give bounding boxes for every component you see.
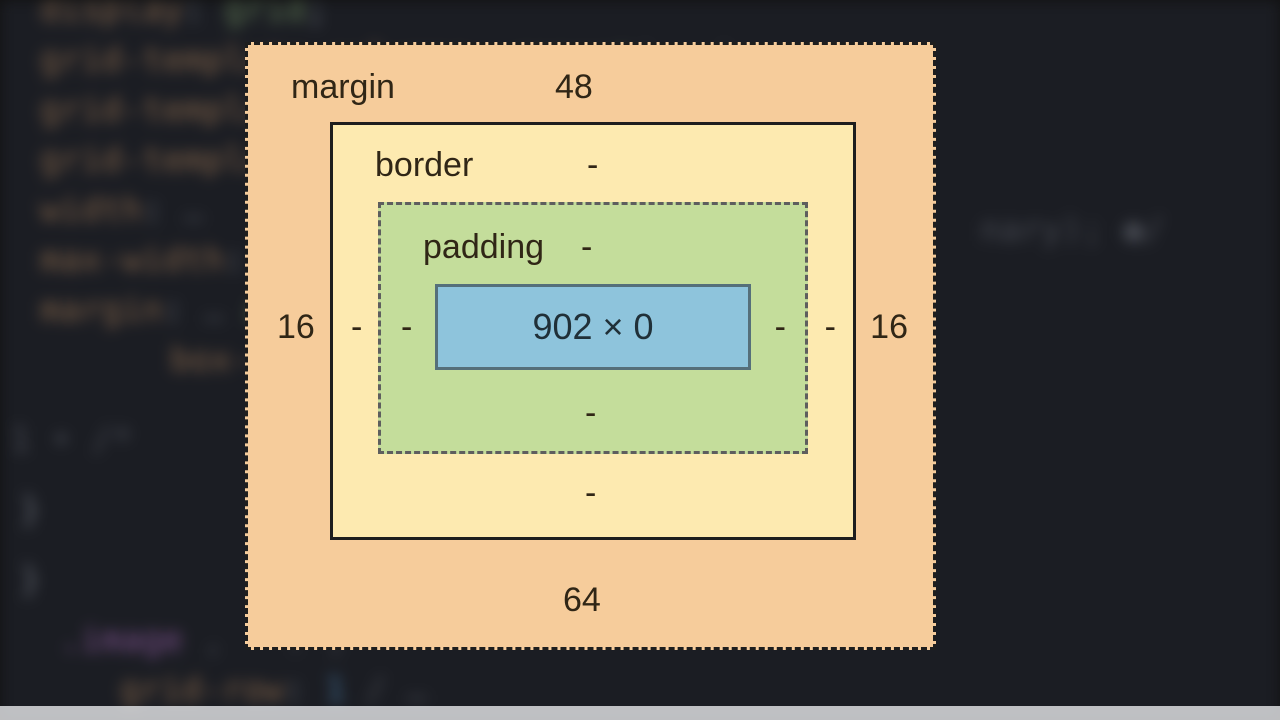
box-model-border-bottom-value: -: [585, 474, 596, 513]
box-model-margin-label: margin: [291, 68, 395, 107]
window-bottom-strip: [0, 706, 1280, 720]
box-model-margin-bottom-value: 64: [563, 581, 601, 620]
box-model-margin-right-value: 16: [870, 308, 908, 347]
box-model-padding-right-value: -: [775, 308, 786, 347]
box-model-padding-label: padding: [423, 228, 544, 267]
box-model-padding-top-value: -: [581, 228, 592, 267]
box-model-border-right-value: -: [825, 308, 836, 347]
box-model-padding-bottom-value: -: [585, 394, 596, 433]
box-model-diagram: margin 48 16 16 64 border - - - - paddin…: [245, 42, 936, 650]
box-model-padding-left-value: -: [401, 308, 412, 347]
box-model-content-region: 902 × 0: [435, 284, 751, 370]
box-model-margin-left-value: 16: [277, 308, 315, 347]
box-model-content-size: 902 × 0: [532, 306, 653, 348]
box-model-border-top-value: -: [587, 146, 598, 185]
box-model-margin-top-value: 48: [555, 68, 593, 107]
box-model-border-label: border: [375, 146, 473, 185]
box-model-border-left-value: -: [351, 308, 362, 347]
